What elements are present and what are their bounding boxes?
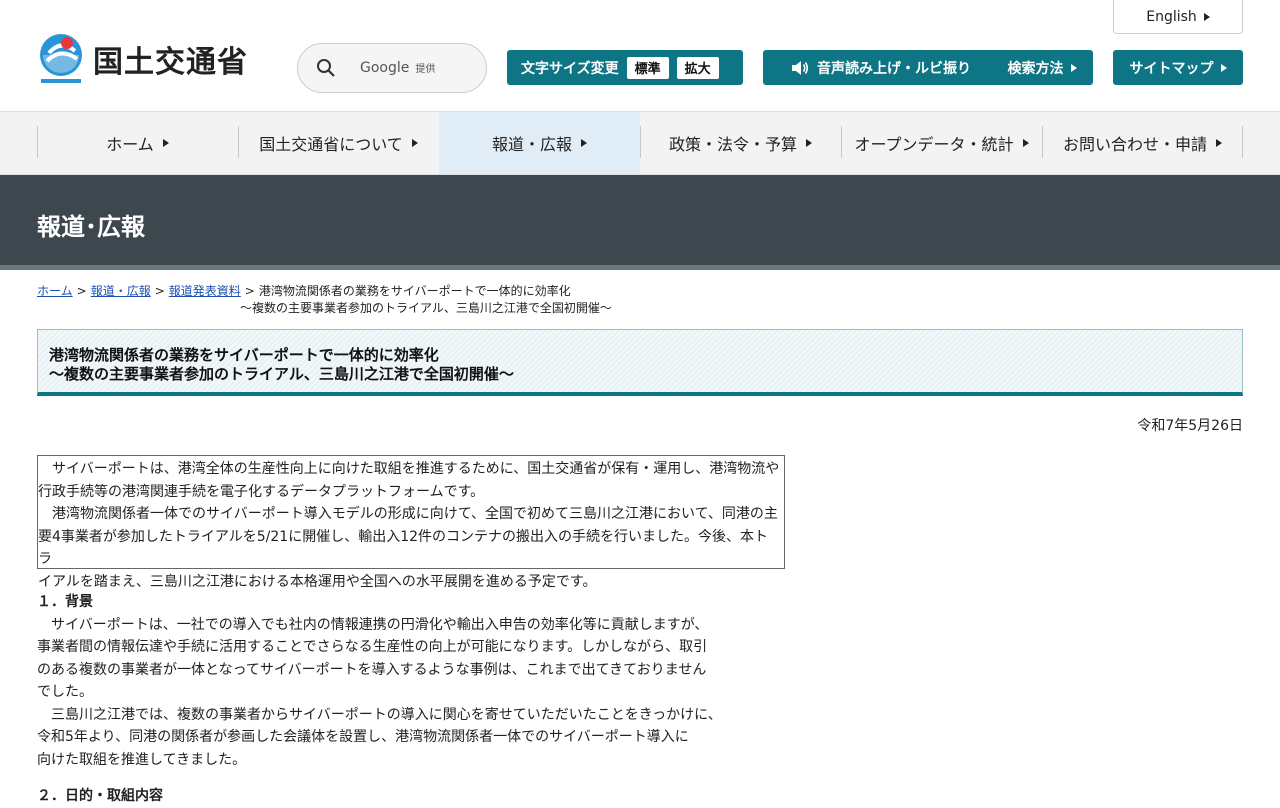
- sitemap-button[interactable]: サイトマップ: [1113, 50, 1243, 85]
- breadcrumb-current-line2: ～複数の主要事業者参加のトライアル、三島川之江港で全国初開催～: [240, 301, 612, 315]
- summary-line: イアルを踏まえ、三島川之江港における本格運用や全国への水平展開を進める予定です。: [38, 573, 597, 590]
- article-title-line1: 港湾物流関係者の業務をサイバーポートで一体的に効率化: [49, 346, 439, 364]
- nav-item-policy[interactable]: 政策・法令・予算: [640, 112, 841, 174]
- global-nav: ホーム 国土交通省について 報道・広報 政策・法令・予算 オープンデータ・統計 …: [0, 112, 1280, 175]
- arrow-right-icon: [1203, 12, 1210, 21]
- summary-line: サイバーポートは、港湾全体の生産性向上に向けた取組を推進するために、国土交通省が…: [38, 461, 780, 477]
- site-logo[interactable]: 国土交通省: [37, 33, 248, 85]
- section-title: 報道･広報: [37, 213, 145, 241]
- arrow-right-icon: [162, 139, 169, 147]
- arrow-right-icon: [1022, 139, 1029, 147]
- body-line: のある複数の事業者が一体となってサイバーポートを導入するような事例は、これまで出…: [37, 661, 707, 678]
- summary-box: サイバーポートは、港湾全体の生産性向上に向けた取組を推進するために、国土交通省が…: [37, 455, 785, 590]
- article-title-line2: ～複数の主要事業者参加のトライアル、三島川之江港で全国初開催～: [49, 365, 514, 383]
- body-line: でした。: [37, 684, 93, 700]
- mlit-logo-icon: [37, 33, 85, 85]
- breadcrumb-current-line1: 港湾物流関係者の業務をサイバーポートで一体的に効率化: [258, 284, 571, 298]
- summary-line: 要4事業者が参加したトライアルを5/21に開催し、輸出入12件のコンテナの搬出入…: [38, 528, 769, 568]
- nav-item-label: ホーム: [106, 135, 154, 154]
- body-line: 三島川之江港では、複数の事業者からサイバーポートの導入に関心を寄せていただいたこ…: [37, 706, 722, 723]
- site-header: 国土交通省 English Google 提供 文字サイズ変更 標準 拡大 音声読…: [0, 0, 1280, 112]
- google-text: Google: [360, 60, 410, 76]
- english-label: English: [1146, 8, 1197, 25]
- section1-heading: １．背景: [37, 594, 93, 610]
- nav-item-home[interactable]: ホーム: [37, 112, 238, 174]
- nav-item-label: 政策・法令・予算: [668, 135, 797, 154]
- google-sub: 提供: [415, 64, 436, 75]
- nav-item-contact[interactable]: お問い合わせ・申請: [1042, 112, 1243, 174]
- summary-line: 行政手続等の港湾関連手続を電子化するデータプラットフォームです。: [38, 483, 485, 500]
- arrow-right-icon: [411, 139, 418, 147]
- font-size-label: 文字サイズ変更: [521, 60, 619, 77]
- body-line: 向けた取組を推進してきました。: [37, 751, 247, 768]
- nav-item-label: 報道・広報: [491, 135, 572, 154]
- body-line: 事業者間の情報伝達や手続に活用することでさらなる生産性の向上が可能になります。し…: [37, 639, 708, 655]
- search-method-label: 検索方法: [1007, 60, 1064, 77]
- article-title-box: 港湾物流関係者の業務をサイバーポートで一体的に効率化 ～複数の主要事業者参加のト…: [37, 329, 1243, 396]
- arrow-right-icon: [1220, 63, 1227, 72]
- font-size-control: 文字サイズ変更 標準 拡大: [507, 50, 743, 85]
- publish-date: 令和7年5月26日: [1137, 418, 1243, 434]
- voice-reading-button[interactable]: 音声読み上げ・ルビ振り: [763, 50, 999, 85]
- body-line: 令和5年より、同港の関係者が参画した会議体を設置し、港湾物流関係者一体でのサイバ…: [37, 729, 689, 745]
- breadcrumb-separator: >: [76, 284, 87, 298]
- english-link[interactable]: English: [1113, 0, 1243, 34]
- search-method-button[interactable]: 検索方法: [991, 50, 1093, 85]
- google-label: Google 提供: [360, 60, 435, 76]
- arrow-right-icon: [1070, 63, 1077, 72]
- nav-item-opendata[interactable]: オープンデータ・統計: [841, 112, 1042, 174]
- sitemap-label: サイトマップ: [1129, 60, 1214, 77]
- speaker-icon: [792, 60, 809, 75]
- article-body: １．背景 サイバーポートは、一社での導入でも社内の情報連携の円滑化や輸出入申告の…: [37, 591, 737, 808]
- breadcrumb-releases-link[interactable]: 報道発表資料: [169, 284, 241, 298]
- arrow-right-icon: [581, 139, 587, 147]
- font-size-normal-button[interactable]: 標準: [626, 56, 669, 79]
- summary-line: 港湾物流関係者一体でのサイバーポート導入モデルの形成に向けて、全国で初めて三島川…: [38, 506, 778, 522]
- section2-heading: ２．日的・取組内容: [37, 788, 163, 804]
- breadcrumb-press-link[interactable]: 報道・広報: [91, 284, 151, 298]
- voice-reading-label: 音声読み上げ・ルビ振り: [817, 60, 971, 77]
- nav-item-label: お問い合わせ・申請: [1062, 135, 1207, 154]
- search-icon[interactable]: [316, 58, 336, 78]
- body-line: サイバーポートは、一社での導入でも社内の情報連携の円滑化や輸出入申告の効率化等に…: [37, 616, 709, 633]
- section-banner: 報道･広報: [0, 175, 1280, 270]
- breadcrumb: ホーム > 報道・広報 > 報道発表資料 > 港湾物流関係者の業務をサイバーポートで一体的に…: [37, 283, 612, 317]
- nav-item-label: 国土交通省について: [259, 135, 403, 154]
- font-size-large-button[interactable]: 拡大: [676, 56, 719, 79]
- search-box[interactable]: Google 提供: [297, 43, 487, 93]
- breadcrumb-separator: >: [154, 284, 165, 298]
- arrow-right-icon: [806, 139, 812, 147]
- arrow-right-icon: [1216, 139, 1222, 147]
- breadcrumb-home-link[interactable]: ホーム: [37, 284, 73, 298]
- site-logo-text: 国土交通省: [93, 45, 248, 80]
- breadcrumb-separator: >: [244, 284, 255, 298]
- nav-item-press[interactable]: 報道・広報: [439, 112, 640, 174]
- nav-item-about[interactable]: 国土交通省について: [238, 112, 439, 174]
- nav-item-label: オープンデータ・統計: [854, 135, 1014, 154]
